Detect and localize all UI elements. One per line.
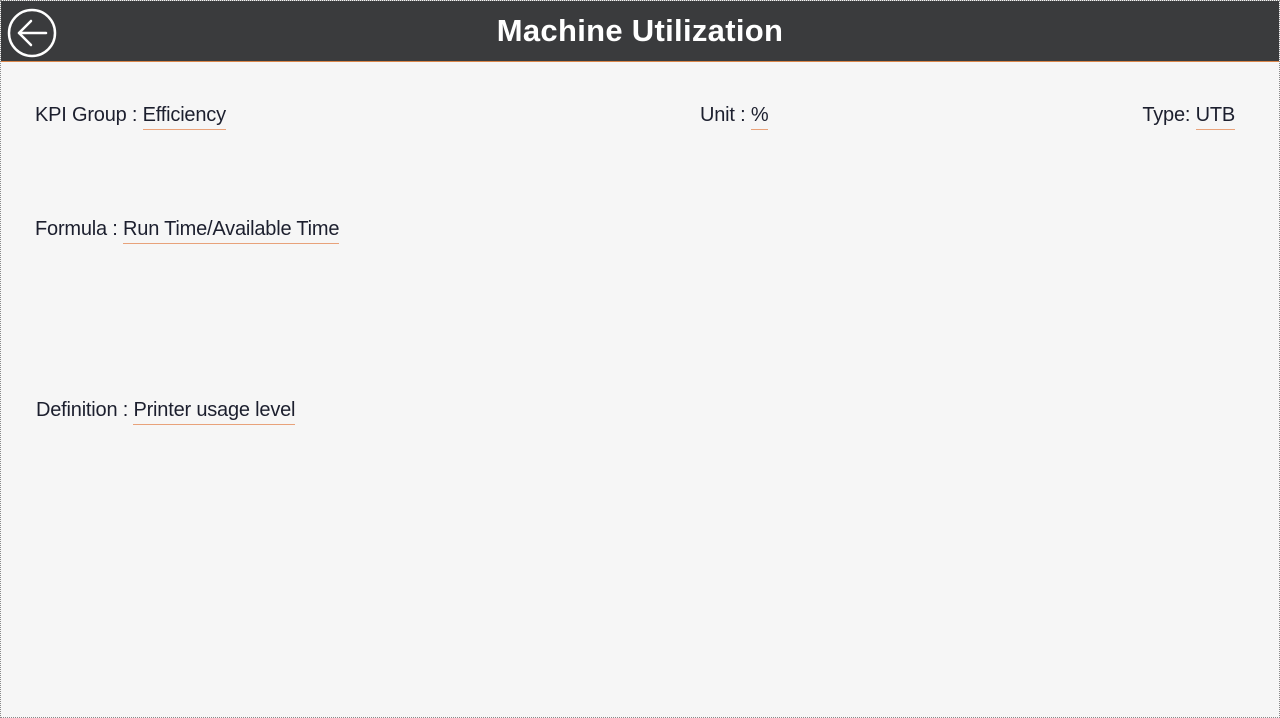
unit-field: Unit : % — [700, 102, 769, 130]
formula-field: Formula : Run Time/Available Time — [35, 216, 339, 244]
kpi-group-field: KPI Group : Efficiency — [35, 102, 226, 130]
definition-field: Definition : Printer usage level — [36, 397, 296, 425]
kpi-group-label: KPI Group : — [35, 104, 143, 126]
unit-value: % — [750, 102, 769, 130]
kpi-group-value: Efficiency — [142, 102, 226, 130]
page-title: Machine Utilization — [496, 13, 784, 48]
formula-label: Formula : — [35, 218, 124, 240]
definition-label: Definition : — [36, 399, 134, 421]
type-field: Type: UTB — [1142, 102, 1235, 130]
kpi-detail-page: Machine Utilization KPI Group : Efficien… — [0, 0, 1280, 718]
header-bar: Machine Utilization — [1, 1, 1279, 62]
unit-label: Unit : — [700, 104, 751, 126]
type-value: UTB — [1195, 102, 1235, 130]
definition-value: Printer usage level — [133, 397, 296, 425]
type-label: Type: — [1142, 104, 1196, 126]
formula-value: Run Time/Available Time — [123, 216, 339, 244]
